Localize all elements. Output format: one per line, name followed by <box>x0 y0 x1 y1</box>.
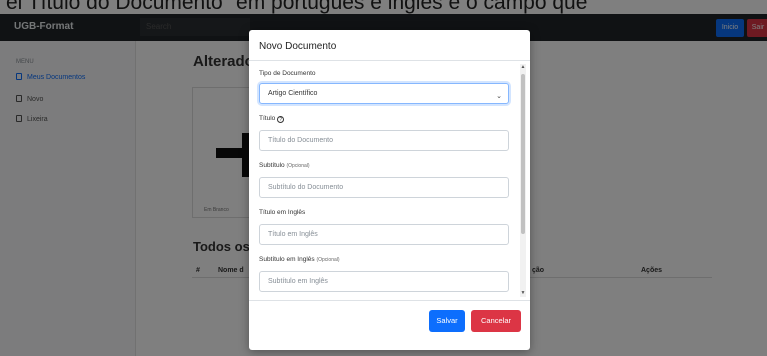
save-button[interactable]: Salvar <box>429 310 465 332</box>
optional-hint: (Opcional) <box>286 163 310 169</box>
cancel-button[interactable]: Cancelar <box>471 310 521 332</box>
doc-type-select[interactable]: Artigo Científico ⌄ <box>259 83 509 104</box>
chevron-down-icon: ⌄ <box>496 93 502 100</box>
help-icon[interactable]: ? <box>277 116 285 123</box>
title-label-text: Título <box>259 115 276 122</box>
modal-header-divider <box>249 60 530 61</box>
modal-title: Novo Documento <box>259 41 337 52</box>
scroll-up-icon[interactable]: ▲ <box>520 64 526 72</box>
doc-type-label: Tipo de Documento <box>259 70 316 77</box>
scroll-down-icon[interactable]: ▼ <box>520 290 526 298</box>
title-en-input[interactable]: Título em Inglês <box>259 224 509 245</box>
new-document-modal: Novo Documento Tipo de Documento Artigo … <box>249 30 530 350</box>
subtitle-input[interactable]: Subtítulo do Documento <box>259 177 509 198</box>
title-en-label: Título em Inglês <box>259 209 306 216</box>
subtitle-en-label: Subtítulo em Inglês (Opcional) <box>259 256 340 263</box>
optional-hint: (Opcional) <box>316 257 340 263</box>
title-input[interactable]: Título do Documento <box>259 130 509 151</box>
modal-footer-divider <box>249 300 530 301</box>
subtitle-en-label-text: Subtítulo em Inglês <box>259 256 315 263</box>
doc-type-value: Artigo Científico <box>268 90 318 97</box>
title-label: Título? <box>259 115 285 123</box>
subtitle-label-text: Subtítulo <box>259 162 285 169</box>
scrollbar-thumb[interactable] <box>521 74 525 234</box>
subtitle-en-input[interactable]: Subtítulo em Inglês <box>259 271 509 292</box>
subtitle-label: Subtítulo (Opcional) <box>259 162 310 169</box>
